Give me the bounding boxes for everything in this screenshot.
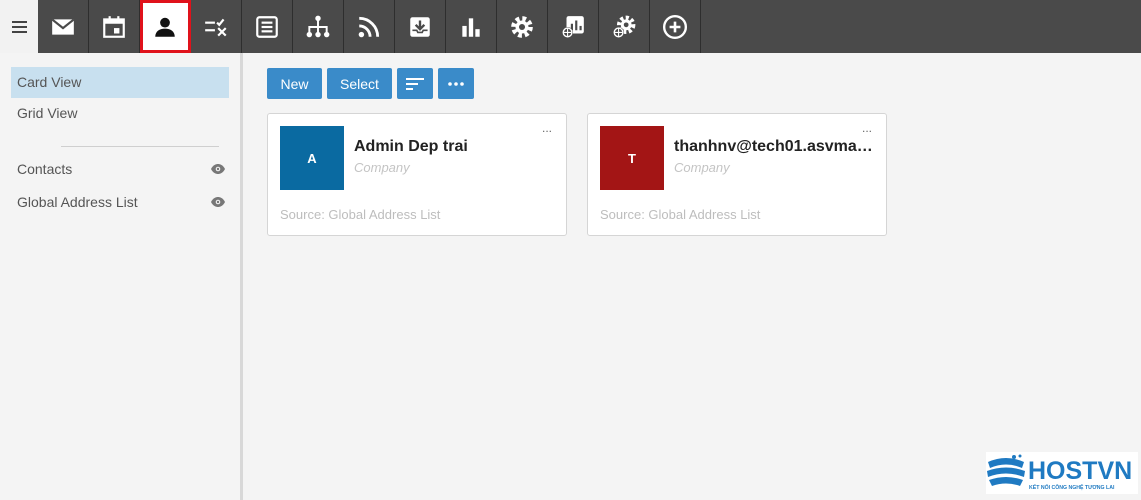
calendar-icon[interactable] xyxy=(89,0,140,53)
grid-view-item[interactable]: Grid View xyxy=(11,98,229,129)
card-view-label: Card View xyxy=(17,74,82,90)
mail-icon[interactable] xyxy=(38,0,89,53)
global-address-list-label: Global Address List xyxy=(17,194,138,210)
sort-icon xyxy=(406,77,424,90)
contacts-icon[interactable] xyxy=(140,0,191,53)
web-settings-icon[interactable] xyxy=(599,0,650,53)
contact-name: Admin Dep trai xyxy=(354,138,468,155)
contact-source: Source: Global Address List xyxy=(280,207,441,222)
contact-company: Company xyxy=(674,160,730,175)
avatar: A xyxy=(280,126,344,190)
more-icon xyxy=(448,81,464,86)
hostvn-logo: HOSTVN KẾT NỐI CÔNG NGHỆ TƯƠNG LAI xyxy=(986,452,1138,494)
eye-icon[interactable] xyxy=(211,197,225,207)
card-menu-icon[interactable]: ... xyxy=(542,122,552,134)
contacts-source-item[interactable]: Contacts xyxy=(11,154,229,185)
eye-icon[interactable] xyxy=(211,164,225,174)
card-menu-icon[interactable]: ... xyxy=(862,122,872,134)
new-button[interactable]: New xyxy=(267,68,322,99)
grid-view-label: Grid View xyxy=(17,105,78,121)
add-circle-icon[interactable] xyxy=(650,0,701,53)
logo-brand: HOSTVN xyxy=(1028,457,1132,485)
contact-name: thanhnv@tech01.asvmail.vn xyxy=(674,138,874,155)
settings-icon[interactable] xyxy=(497,0,548,53)
org-chart-icon[interactable] xyxy=(293,0,344,53)
contact-company: Company xyxy=(354,160,410,175)
sort-button[interactable] xyxy=(397,68,433,99)
hamburger-icon[interactable] xyxy=(0,0,38,53)
inbox-download-icon[interactable] xyxy=(395,0,446,53)
sidebar: Card View Grid View Contacts Global Addr… xyxy=(0,53,243,500)
web-report-icon[interactable] xyxy=(548,0,599,53)
card-view-item[interactable]: Card View xyxy=(11,67,229,98)
toolbar: New Select xyxy=(267,68,474,99)
contacts-source-label: Contacts xyxy=(17,161,73,177)
global-address-list-item[interactable]: Global Address List xyxy=(11,187,229,218)
logo-tagline: KẾT NỐI CÔNG NGHỆ TƯƠNG LAI xyxy=(1029,483,1115,491)
more-options-button[interactable] xyxy=(438,68,474,99)
contact-card[interactable]: T thanhnv@tech01.asvmail.vn Company Sour… xyxy=(587,113,887,236)
rss-icon[interactable] xyxy=(344,0,395,53)
bar-chart-icon[interactable] xyxy=(446,0,497,53)
contact-source: Source: Global Address List xyxy=(600,207,761,222)
top-navigation-bar xyxy=(0,0,1141,53)
app-switcher xyxy=(38,0,701,53)
notes-icon[interactable] xyxy=(242,0,293,53)
tasks-icon[interactable] xyxy=(191,0,242,53)
contact-card[interactable]: A Admin Dep trai Company Source: Global … xyxy=(267,113,567,236)
select-button[interactable]: Select xyxy=(327,68,392,99)
avatar: T xyxy=(600,126,664,190)
sidebar-divider xyxy=(61,146,219,147)
